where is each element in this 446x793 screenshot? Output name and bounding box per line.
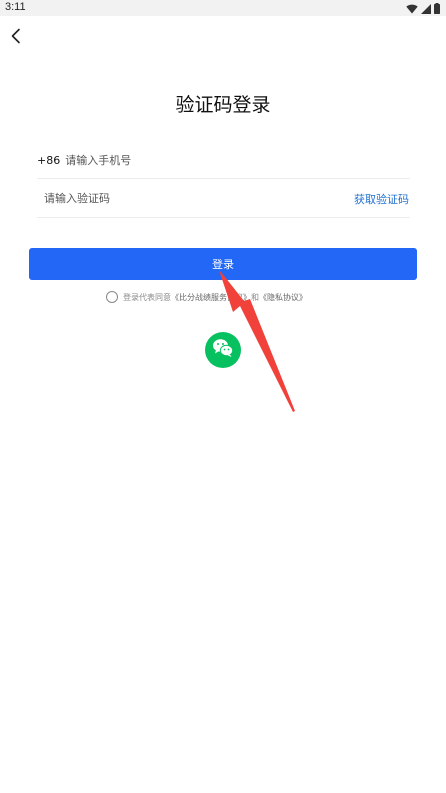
status-icons: [406, 2, 440, 14]
code-row: 获取验证码: [37, 180, 410, 218]
annotation-arrow-icon: [219, 270, 295, 412]
battery-icon: [434, 0, 440, 18]
agreement-prefix: 登录代表同意: [123, 292, 171, 302]
agreement-conjunction: 和: [251, 292, 259, 302]
wechat-login-button[interactable]: [205, 332, 241, 368]
status-bar: 3:11: [0, 0, 446, 16]
login-button[interactable]: 登录: [29, 248, 417, 280]
verification-code-input[interactable]: [37, 192, 354, 205]
wifi-icon: [406, 0, 418, 18]
status-time: 3:11: [5, 1, 26, 13]
chevron-left-icon: [10, 28, 22, 48]
service-agreement-link[interactable]: 《比分战绩服务协议》: [171, 292, 251, 303]
back-button[interactable]: [4, 26, 28, 50]
signal-icon: [421, 0, 431, 18]
page-title: 验证码登录: [175, 94, 271, 116]
phone-input[interactable]: [65, 153, 410, 167]
wechat-icon: [212, 338, 234, 362]
privacy-agreement-link[interactable]: 《隐私协议》: [259, 292, 307, 303]
phone-row: +86: [37, 142, 410, 179]
agreement-checkbox[interactable]: [106, 291, 118, 303]
country-code[interactable]: +86: [37, 154, 60, 167]
agreement-row: 登录代表同意 《比分战绩服务协议》 和 《隐私协议》: [106, 290, 307, 304]
get-code-button[interactable]: 获取验证码: [354, 191, 410, 207]
